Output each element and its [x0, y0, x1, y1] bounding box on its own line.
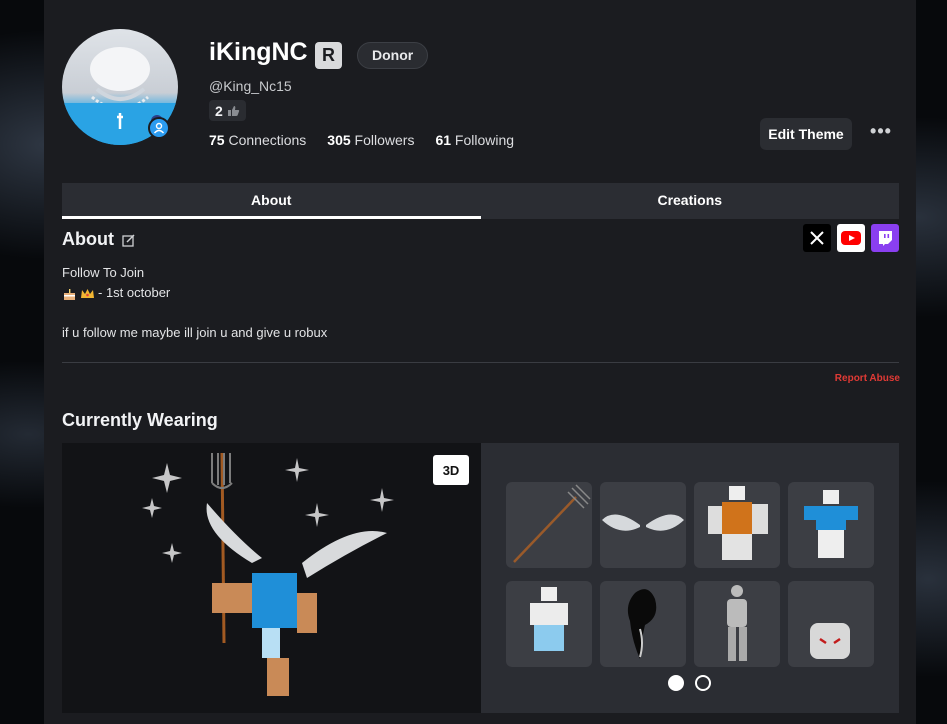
level-value: 2	[215, 102, 223, 119]
thumbs-up-icon	[227, 105, 239, 116]
item-orange-outfit[interactable]	[694, 482, 780, 568]
more-options-button[interactable]: •••	[866, 121, 896, 143]
item-white-head[interactable]	[788, 581, 874, 667]
item-angel-wings[interactable]	[600, 482, 686, 568]
twitch-icon[interactable]	[871, 224, 899, 252]
view-mode-3d-button[interactable]: 3D	[433, 455, 469, 485]
profile-stats: 75 Connections 305 Followers 61 Followin…	[209, 132, 514, 148]
profile-tabs: About Creations	[62, 183, 899, 219]
edit-theme-button[interactable]: Edit Theme	[760, 118, 852, 150]
connections-stat[interactable]: 75 Connections	[209, 132, 306, 148]
following-count: 61	[435, 132, 452, 148]
carousel-dot-2[interactable]	[695, 675, 711, 691]
about-title: About	[62, 229, 114, 249]
youtube-icon[interactable]	[837, 224, 865, 252]
about-description: Follow To Join - 1st october if u follow…	[62, 263, 327, 343]
item-pitchfork[interactable]	[506, 482, 592, 568]
about-line-1: Follow To Join	[62, 265, 145, 280]
tab-about[interactable]: About	[62, 183, 481, 219]
item-blue-shirt[interactable]	[788, 482, 874, 568]
divider	[62, 362, 899, 363]
cake-icon	[64, 288, 75, 300]
item-blue-pants[interactable]	[506, 581, 592, 667]
item-plain-body[interactable]	[694, 581, 780, 667]
about-line-3: if u follow me maybe ill join u and give…	[62, 325, 328, 340]
x-icon[interactable]	[803, 224, 831, 252]
edit-icon[interactable]	[122, 233, 136, 247]
about-line-2: - 1st october	[98, 285, 171, 300]
followers-label: Followers	[354, 132, 415, 148]
report-abuse-link[interactable]: Report Abuse	[820, 373, 900, 384]
carousel-dot-1[interactable]	[668, 675, 684, 691]
display-name: iKingNC	[209, 38, 308, 66]
username: @King_Nc15	[209, 78, 292, 94]
followers-count: 305	[327, 132, 351, 148]
premium-glyph: R	[322, 45, 335, 65]
followers-stat[interactable]: 305 Followers	[327, 132, 414, 148]
tab-creations[interactable]: Creations	[481, 183, 900, 219]
connections-count: 75	[209, 132, 225, 148]
following-stat[interactable]: 61 Following	[435, 132, 514, 148]
currently-wearing-title: Currently Wearing	[62, 410, 218, 430]
premium-icon: R	[315, 42, 342, 69]
connections-label: Connections	[228, 132, 307, 148]
donor-badge: Donor	[357, 42, 429, 69]
about-line-2-row: - 1st october	[62, 283, 327, 303]
avatar-3d-viewer[interactable]	[62, 443, 481, 713]
crown-icon	[81, 288, 94, 298]
about-heading: About	[62, 229, 136, 250]
friend-status-icon	[148, 117, 170, 139]
level-chip: 2	[209, 100, 246, 121]
item-black-flame[interactable]	[600, 581, 686, 667]
following-label: Following	[454, 132, 515, 148]
